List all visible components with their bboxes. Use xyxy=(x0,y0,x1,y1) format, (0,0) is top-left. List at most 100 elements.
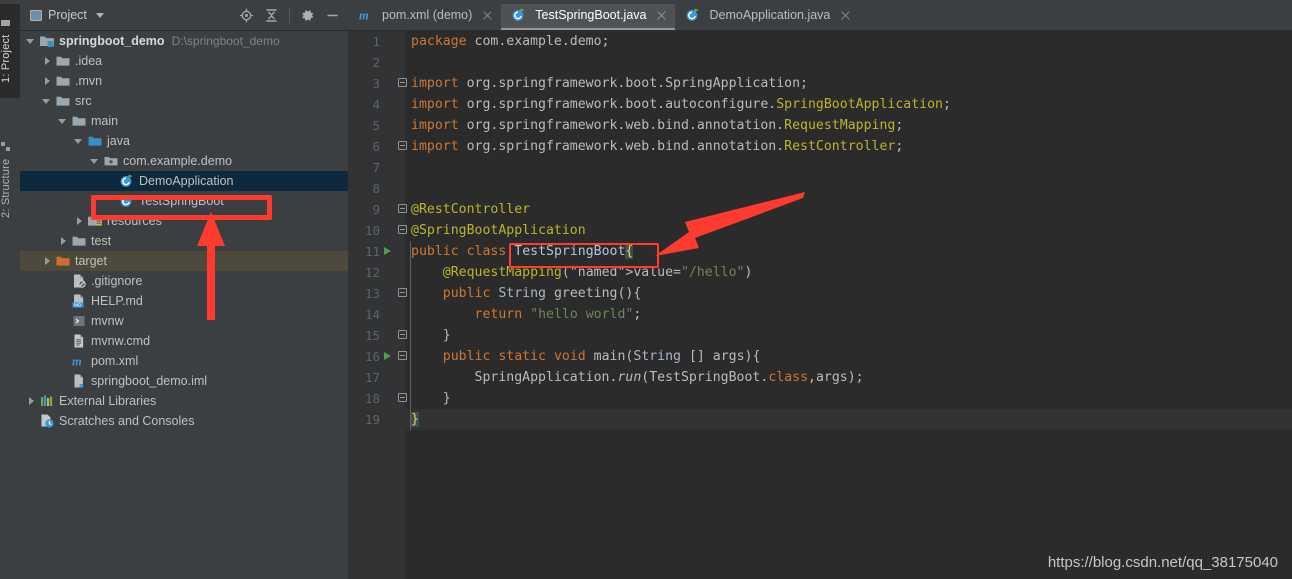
tree-node-path: D:\springboot_demo xyxy=(171,34,280,48)
tree-node-label: pom.xml xyxy=(91,354,139,368)
code-text: @RequestMapping("named">value="/hello") xyxy=(442,265,753,280)
tree-node-external-libraries[interactable]: External Libraries xyxy=(20,391,348,411)
tree-node-help-md[interactable]: MD HELP.md xyxy=(20,291,348,311)
tree-node-mvnw[interactable]: mvnw xyxy=(20,311,348,331)
editor-tab-pom-xml-demo-[interactable]: m pom.xml (demo) xyxy=(348,0,501,30)
close-icon[interactable] xyxy=(656,10,667,21)
tool-tab-structure[interactable]: 2: Structure xyxy=(0,128,20,232)
tree-node-label: .idea xyxy=(75,54,103,68)
run-gutter-icon[interactable] xyxy=(384,352,391,360)
close-icon[interactable] xyxy=(840,10,851,21)
tree-node-java[interactable]: java xyxy=(20,131,348,151)
tree-node-demoapplication[interactable]: DemoApplication xyxy=(20,171,348,191)
code-text: @RestController xyxy=(411,202,531,217)
tree-node-src[interactable]: src xyxy=(20,91,348,111)
watermark: https://blog.csdn.net/qq_38175040 xyxy=(1047,554,1278,571)
code-line-11: 11 public class TestSpringBoot{ xyxy=(348,241,1292,262)
code-text: return "hello world"; xyxy=(474,307,642,322)
code-line-14: 14 return "hello world"; xyxy=(348,304,1292,325)
chevron-down-icon[interactable] xyxy=(95,12,104,18)
line-number: 9 xyxy=(372,202,380,217)
tree-node-target[interactable]: target xyxy=(20,251,348,271)
fold-toggle-icon[interactable] xyxy=(398,204,407,213)
fold-toggle-icon[interactable] xyxy=(398,141,407,150)
code-line-16: 16 public static void main(String [] arg… xyxy=(348,346,1292,367)
tree-node-label: java xyxy=(107,134,130,148)
project-tree[interactable]: springboot_demo D:\springboot_demo .idea .m… xyxy=(20,31,348,579)
tree-node-label: main xyxy=(91,114,119,128)
code-text: public String greeting(){ xyxy=(442,286,642,301)
toolbar-divider xyxy=(289,7,290,23)
project-panel-title-group[interactable]: Project xyxy=(30,8,104,22)
svg-text:m: m xyxy=(72,355,82,369)
chevron-down-icon[interactable] xyxy=(26,36,37,47)
code-line-9: 9 @RestController xyxy=(348,199,1292,220)
chevron-right-icon[interactable] xyxy=(58,236,69,247)
chevron-down-icon[interactable] xyxy=(58,116,69,127)
editor-tab-testspringboot-java[interactable]: TestSpringBoot.java xyxy=(501,0,676,30)
package-icon xyxy=(103,153,119,169)
tree-node-springboot-demo[interactable]: springboot_demo D:\springboot_demo xyxy=(20,31,348,51)
tree-node-springboot-demo-iml[interactable]: springboot_demo.iml xyxy=(20,371,348,391)
collapse-all-icon[interactable] xyxy=(264,8,279,23)
code-line-3: 3 import org.springframework.boot.SpringA… xyxy=(348,73,1292,94)
editor-tab-label: DemoApplication.java xyxy=(709,8,831,22)
chevron-right-icon[interactable] xyxy=(42,256,53,267)
close-icon[interactable] xyxy=(482,10,493,21)
line-number: 12 xyxy=(364,265,380,280)
editor-area: m pom.xml (demo) TestSpringBoot.java DemoAp… xyxy=(348,0,1292,579)
tree-node-mvnw-cmd[interactable]: mvnw.cmd xyxy=(20,331,348,351)
code-line-7: 7 xyxy=(348,157,1292,178)
chevron-down-icon[interactable] xyxy=(90,156,101,167)
code-text: package com.example.demo; xyxy=(411,34,610,49)
code-text: import org.springframework.boot.autoconf… xyxy=(411,97,951,112)
line-number: 14 xyxy=(364,307,380,322)
tree-node-main[interactable]: main xyxy=(20,111,348,131)
tree-node-test[interactable]: test xyxy=(20,231,348,251)
tree-twisty-spacer xyxy=(58,296,69,307)
tree-node-resources[interactable]: resources xyxy=(20,211,348,231)
editor-tab-demoapplication-java[interactable]: DemoApplication.java xyxy=(675,0,859,30)
gear-icon[interactable] xyxy=(300,8,315,23)
tree-node--mvn[interactable]: .mvn xyxy=(20,71,348,91)
chevron-right-icon[interactable] xyxy=(42,76,53,87)
tree-node-label: target xyxy=(75,254,107,268)
fold-toggle-icon[interactable] xyxy=(398,288,407,297)
fold-toggle-icon[interactable] xyxy=(398,351,407,360)
code-editor[interactable]: 1 package com.example.demo; 2 3 import org.s… xyxy=(348,31,1292,579)
tool-tab-project[interactable]: 1: Project xyxy=(0,4,20,98)
svg-text:m: m xyxy=(359,9,369,23)
locate-icon[interactable] xyxy=(239,8,254,23)
tree-node-scratches-and-consoles[interactable]: Scratches and Consoles xyxy=(20,411,348,431)
iml-file-icon xyxy=(71,373,87,389)
fold-toggle-icon[interactable] xyxy=(398,225,407,234)
tree-node-com-example-demo[interactable]: com.example.demo xyxy=(20,151,348,171)
line-number: 4 xyxy=(372,97,380,112)
java-class-run-icon xyxy=(685,7,701,23)
fold-toggle-icon[interactable] xyxy=(398,393,407,402)
title-strip xyxy=(0,0,1292,4)
fold-toggle-icon[interactable] xyxy=(398,330,407,339)
tree-node--idea[interactable]: .idea xyxy=(20,51,348,71)
tree-node--gitignore[interactable]: .gitignore xyxy=(20,271,348,291)
tree-node-label: mvnw xyxy=(91,314,124,328)
tree-node-pom-xml[interactable]: m pom.xml xyxy=(20,351,348,371)
java-class-run-icon xyxy=(511,7,527,23)
project-icon xyxy=(0,19,11,28)
run-gutter-icon[interactable] xyxy=(384,247,391,255)
minimize-icon[interactable] xyxy=(325,8,340,23)
project-view-icon xyxy=(30,9,42,21)
chevron-down-icon[interactable] xyxy=(42,96,53,107)
chevron-right-icon[interactable] xyxy=(42,56,53,67)
line-number: 13 xyxy=(364,286,380,301)
fold-toggle-icon[interactable] xyxy=(398,78,407,87)
code-line-19: 19} xyxy=(348,409,1292,430)
chevron-right-icon[interactable] xyxy=(74,216,85,227)
source-root-folder-icon xyxy=(87,133,103,149)
chevron-right-icon[interactable] xyxy=(26,396,37,407)
tree-node-testspringboot[interactable]: TestSpringBoot xyxy=(20,191,348,211)
java-class-run-icon xyxy=(119,193,135,209)
tree-twisty-spacer xyxy=(106,176,117,187)
chevron-down-icon[interactable] xyxy=(74,136,85,147)
code-text: import org.springframework.boot.SpringAp… xyxy=(411,76,808,91)
